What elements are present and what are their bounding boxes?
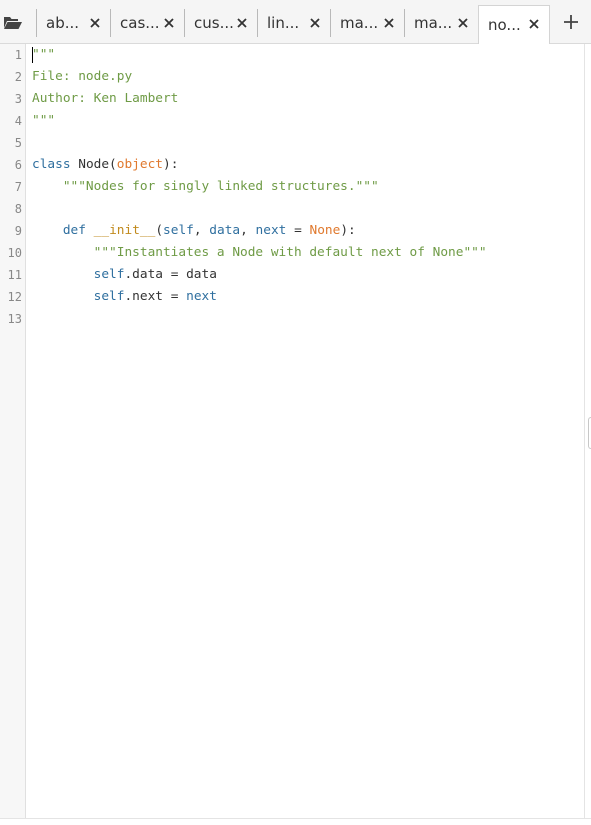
tab-node-active[interactable]: no... (478, 5, 550, 44)
keyword-token: def (62, 223, 86, 238)
line-number: 2 (14, 70, 22, 84)
close-icon[interactable] (235, 16, 249, 30)
folder-open-icon (4, 17, 22, 29)
param-token: next (255, 223, 287, 238)
indent-token (32, 223, 63, 238)
docstring-token: """Nodes for singly linked structures.""… (32, 179, 379, 194)
self-token: self (93, 267, 125, 282)
line-number: 12 (7, 290, 22, 304)
keyword-token: class (32, 157, 71, 172)
punct-token: , (193, 223, 210, 238)
close-icon[interactable] (162, 16, 176, 30)
close-icon[interactable] (527, 17, 541, 31)
self-token: self (93, 289, 125, 304)
new-tab-button[interactable] (556, 8, 586, 36)
line-number: 1 (14, 48, 22, 62)
tab-ma-1[interactable]: ma... (330, 9, 404, 37)
attribute-token: .data = data (124, 267, 217, 282)
close-icon[interactable] (456, 16, 470, 30)
constant-token: None (309, 223, 341, 238)
tab-bar: ab... cas... cus... lin... ma... ma... n… (0, 0, 591, 44)
tab-ab[interactable]: ab... (36, 9, 110, 37)
close-icon[interactable] (382, 16, 396, 30)
line-number: 4 (14, 114, 22, 128)
vertical-scrollbar[interactable] (584, 44, 591, 818)
line-number: 6 (14, 158, 22, 172)
code-line: """Instantiates a Node with default next… (32, 242, 487, 264)
indent-token (32, 267, 94, 282)
close-icon[interactable] (88, 16, 102, 30)
tab-label: no... (488, 16, 521, 34)
tab-label: lin... (267, 14, 300, 32)
code-line: def __init__(self, data, next = None): (32, 220, 356, 242)
tab-cas[interactable]: cas... (110, 9, 184, 37)
tab-label: ab... (46, 14, 80, 32)
open-folder-button[interactable] (0, 8, 26, 36)
docstring-token: File: node.py (32, 69, 133, 84)
code-line: Author: Ken Lambert (32, 88, 178, 110)
tab-cus[interactable]: cus... (184, 9, 257, 37)
docstring-token: Author: Ken Lambert (32, 91, 179, 106)
line-number: 10 (7, 246, 22, 260)
indent-token (32, 289, 94, 304)
tab-label: cas... (120, 14, 160, 32)
code-line: class Node(object): (32, 154, 178, 176)
punct-token: , (240, 223, 256, 238)
code-line: self.data = data (32, 264, 217, 286)
tab-label: cus... (194, 14, 234, 32)
line-number: 7 (14, 180, 22, 194)
docstring-token: """Instantiates a Node with default next… (32, 245, 487, 260)
tab-label: ma... (414, 14, 453, 32)
tab-ma-2[interactable]: ma... (404, 9, 478, 37)
line-number: 11 (7, 268, 22, 282)
line-number: 13 (7, 312, 22, 326)
variable-token: next (186, 289, 217, 304)
class-name-token: Node( (70, 157, 117, 172)
function-name-token: __init__ (93, 223, 156, 238)
builtin-token: object (116, 157, 163, 172)
code-line: """ (32, 110, 55, 132)
code-line: """Nodes for singly linked structures.""… (32, 176, 379, 198)
docstring-token: """ (32, 113, 56, 128)
line-number: 5 (14, 136, 22, 150)
punct-token: ): (163, 157, 179, 172)
param-token: self (163, 223, 194, 238)
horizontal-scrollbar[interactable] (0, 818, 591, 825)
code-line: File: node.py (32, 66, 132, 88)
docstring-token: """ (32, 47, 56, 62)
text-cursor (32, 47, 33, 63)
param-token: data (209, 223, 241, 238)
line-number: 9 (14, 224, 22, 238)
code-line: """ (32, 44, 55, 66)
code-line: self.next = next (32, 286, 217, 308)
attribute-token: .next = (124, 289, 187, 304)
punct-token: ): (340, 223, 356, 238)
operator-token: = (286, 223, 310, 238)
tab-lin[interactable]: lin... (257, 9, 330, 37)
punct-token: ( (155, 223, 164, 238)
tab-label: ma... (340, 14, 379, 32)
line-number-gutter: 1 2 3 4 5 6 7 8 9 10 11 12 13 (0, 44, 26, 818)
close-icon[interactable] (308, 16, 322, 30)
line-number: 8 (14, 202, 22, 216)
line-number: 3 (14, 92, 22, 106)
code-editor[interactable]: """ File: node.py Author: Ken Lambert ""… (27, 44, 584, 818)
plus-icon (564, 15, 578, 29)
